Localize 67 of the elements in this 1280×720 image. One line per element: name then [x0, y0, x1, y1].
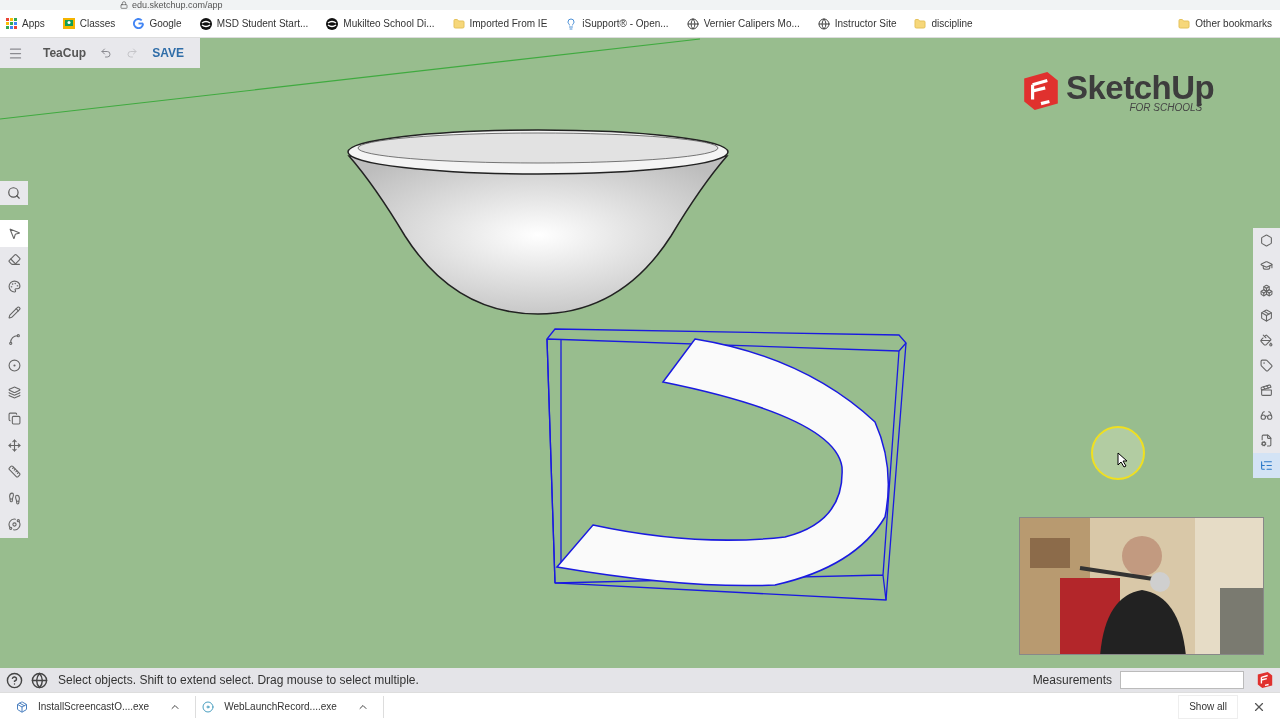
disc-icon [202, 700, 215, 713]
palette-icon [7, 279, 21, 293]
classroom-icon [62, 18, 75, 29]
undo-button[interactable] [100, 47, 113, 59]
bookmark-link[interactable]: Google [133, 18, 182, 29]
measurements-label: Measurements [1032, 673, 1112, 687]
bookmark-link[interactable]: MSD Student Start... [199, 17, 309, 30]
undo-icon [100, 47, 113, 59]
gear-file-icon [1260, 434, 1273, 447]
apps-grid-icon [6, 18, 17, 29]
hexagon-icon [1260, 234, 1273, 247]
paint-bucket-icon [1260, 334, 1273, 347]
menu-icon [8, 45, 23, 61]
lightbulb-icon [565, 17, 578, 30]
google-icon [133, 18, 145, 29]
orbit-icon [7, 518, 21, 532]
bookmark-link[interactable]: discipline [914, 17, 973, 30]
folder-icon [1178, 17, 1191, 30]
download-item[interactable]: InstallScreencastO....exe [10, 695, 197, 718]
help-icon[interactable] [6, 671, 23, 689]
panel-button[interactable] [1253, 453, 1280, 478]
circle-icon [7, 359, 21, 373]
copy-icon [7, 412, 21, 426]
bookmark-link[interactable]: Mukilteo School Di... [326, 17, 435, 30]
folder-icon [452, 17, 465, 30]
pencil-icon [7, 306, 21, 320]
layers-icon [7, 385, 21, 399]
graduation-cap-icon [1260, 259, 1273, 272]
bookmark-link[interactable]: Instructor Site [817, 17, 897, 30]
bookmark-link[interactable]: iSupport® - Open... [565, 17, 669, 30]
globe-icon[interactable] [31, 671, 48, 689]
clapperboard-icon [1260, 384, 1273, 397]
folder-icon [914, 17, 927, 30]
status-message: Select objects. Shift to extend select. Drag mouse to select multiple. [58, 673, 419, 687]
other-bookmarks-link[interactable]: Other bookmarks [1178, 17, 1272, 30]
move-icon [7, 438, 21, 452]
redo-icon [126, 47, 139, 59]
tag-icon [1260, 359, 1273, 372]
ruler-icon [7, 465, 21, 479]
show-all-button[interactable]: Show all [1178, 694, 1238, 719]
package-icon [1260, 309, 1273, 322]
download-item[interactable]: WebLaunchRecord....exe [196, 695, 384, 718]
lock-icon [120, 1, 128, 9]
globe-icon [686, 17, 699, 30]
swirl-logo-icon [326, 17, 339, 30]
bookmark-link[interactable]: Vernier Calipers Mo... [686, 17, 800, 30]
package-icon [16, 700, 28, 713]
cursor-highlight-icon [1090, 425, 1146, 481]
tree-list-icon [1260, 459, 1273, 472]
bookmark-link[interactable]: Classes [62, 18, 116, 29]
url-text: edu.sketchup.com/app [132, 0, 223, 10]
footprints-icon [7, 491, 21, 505]
search-button[interactable] [0, 181, 28, 205]
glasses-icon [1260, 409, 1273, 422]
boxes-icon [1260, 284, 1273, 297]
globe-icon [817, 17, 830, 30]
tool-button[interactable] [0, 220, 28, 247]
eraser-icon [7, 253, 21, 267]
bookmark-link[interactable]: Imported From IE [452, 17, 548, 30]
swirl-logo-icon [199, 17, 212, 30]
search-icon [7, 186, 21, 200]
model-title: TeaCup [43, 46, 87, 60]
pointer-icon [7, 226, 21, 240]
measurements-field[interactable] [1120, 671, 1244, 689]
menu-button[interactable] [8, 45, 23, 61]
save-button[interactable]: SAVE [152, 44, 184, 62]
bookmark-link[interactable]: Apps [6, 18, 45, 29]
